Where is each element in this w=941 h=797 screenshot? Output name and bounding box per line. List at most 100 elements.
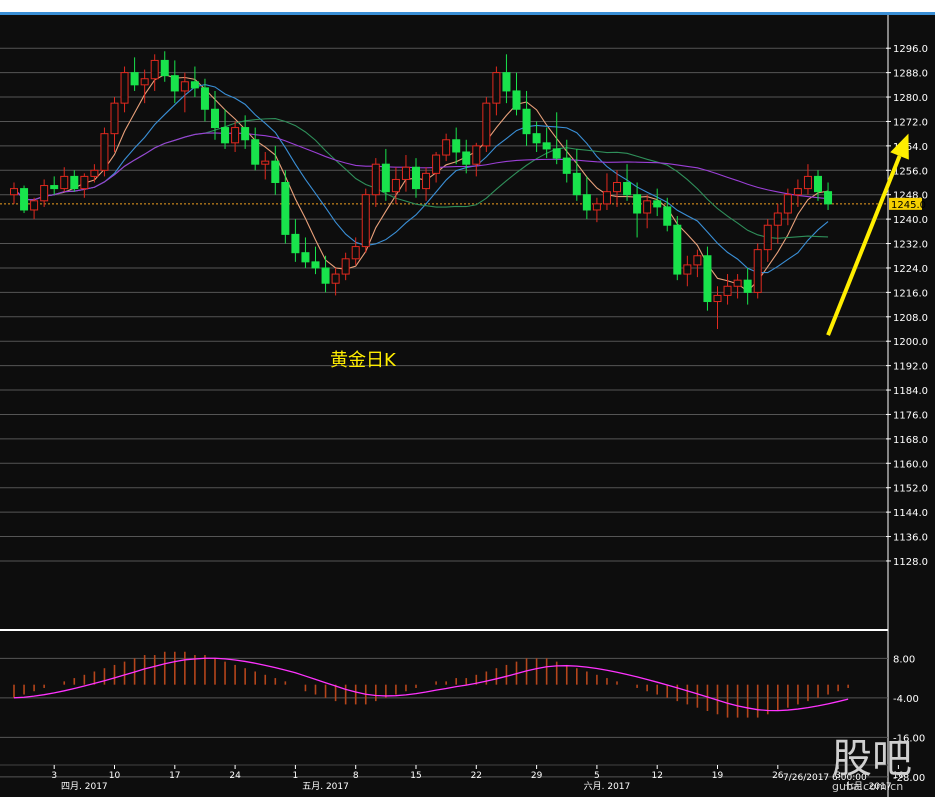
candle-body [462,151,471,165]
sub-y-tick-label: 8.00 [893,654,915,665]
candle-body [331,273,340,284]
candle-body [452,139,461,153]
x-tick-label: 1 [293,771,299,781]
candle-body [803,175,812,190]
candle-body [401,166,410,180]
candle-body [271,160,280,184]
x-tick-label: 8 [353,771,359,781]
candle-body [602,191,611,205]
candle-body [633,194,642,214]
candle-body [793,188,802,196]
candle-body [100,133,109,171]
y-tick-label: 1288.0 [893,69,928,80]
y-tick-label: 1168.0 [893,435,928,446]
y-tick-label: 1200.0 [893,337,928,348]
x-tick-label: 10 [109,771,121,781]
candle-body [50,185,59,190]
x-tick-label: 3 [51,771,57,781]
candle-body [80,175,89,190]
chart-title: 黄金日K [330,350,397,371]
candle-body [311,261,320,269]
candle-body [40,185,49,202]
candle-body [200,87,209,110]
y-tick-label: 1232.0 [893,240,928,251]
y-tick-label: 1152.0 [893,484,928,495]
candle-body [150,59,159,80]
candle-body [412,166,420,190]
candle-body [703,255,712,303]
y-tick-label: 1184.0 [893,386,928,397]
candle-body [391,178,400,193]
candle-body [582,194,591,211]
current-price-label: 1245.0 [891,200,926,211]
candle-body [291,233,300,254]
candle-body [773,212,782,226]
candle-body [422,172,431,190]
candle-body [663,206,672,226]
y-tick-label: 1144.0 [893,508,928,519]
candle-body [592,203,601,211]
y-tick-label: 1280.0 [893,93,928,104]
candle-body [190,81,199,89]
candle-body [653,200,662,208]
x-tick-label: 12 [651,771,662,781]
candle-body [351,246,360,260]
x-tick-label: 19 [712,771,724,781]
y-tick-label: 1216.0 [893,288,928,299]
month-label: 五月. 2017 [302,781,349,792]
chart-window: 1296.0 1288.0 1280.0 1272.0 1264.0 1256.0 1248… [0,0,941,797]
candle-body [211,108,219,129]
candle-body [432,154,441,174]
candle-body [552,148,561,159]
candle-body [130,72,139,86]
y-tick-label: 1160.0 [893,459,928,470]
candle-body [572,172,581,196]
candle-body [261,160,270,165]
candle-body [613,182,621,193]
candle-body [683,264,692,275]
watermark: 股吧 guba.com.cn [832,736,912,793]
watermark-site: guba.com.cn [832,780,903,793]
candle-body [643,200,652,214]
candle-body [814,175,822,193]
sub-y-tick-label: -4.00 [893,694,919,705]
candle-body [512,90,521,110]
candle-body [180,81,189,92]
candle-body [251,139,260,165]
candle-body [713,294,722,303]
x-tick-label: 5 [594,771,600,781]
candle-body [442,139,451,156]
window-title-strip [0,12,935,15]
candle-body [110,102,119,135]
y-tick-label: 1224.0 [893,264,928,275]
gold-daily-chart[interactable]: 1296.01288.01280.01272.01264.01256.01248… [0,0,941,797]
y-tick-label: 1176.0 [893,410,928,421]
candle-body [70,175,79,190]
y-tick-label: 1128.0 [893,557,928,568]
candle-body [160,59,169,77]
candle-body [542,142,551,150]
month-label: 六月. 2017 [584,780,631,792]
month-label: 四月. 2017 [61,781,108,792]
x-tick-label: 15 [410,771,421,781]
candle-body [753,249,762,293]
candle-body [60,175,69,190]
candle-body [522,108,531,135]
candle-body [241,127,250,141]
y-tick-label: 1192.0 [893,362,928,373]
candle-body [562,157,571,174]
candle-body [532,133,541,144]
candle-body [623,182,632,196]
candle-body [10,188,18,196]
y-tick-label: 1296.0 [893,44,928,55]
candle-body [20,188,29,211]
candle-body [281,182,290,235]
candle-body [321,267,330,284]
candle-body [743,279,752,293]
candle-body [381,163,390,193]
x-tick-label: 22 [471,771,482,781]
candle-body [170,75,179,92]
candle-body [90,169,99,177]
candle-body [492,72,501,104]
candle-body [30,200,39,211]
